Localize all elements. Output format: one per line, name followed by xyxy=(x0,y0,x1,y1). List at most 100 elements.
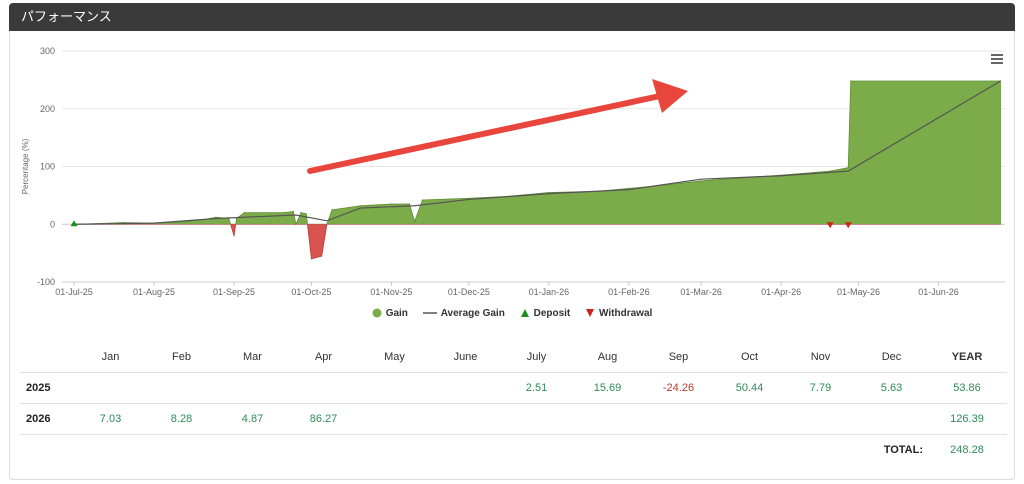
month-value-cell: -24.26 xyxy=(643,371,714,403)
grand-total-row: TOTAL: 248.28 xyxy=(19,433,1007,465)
x-tick-label: 01-Dec-25 xyxy=(448,287,490,297)
gain-point xyxy=(359,204,362,207)
header-month: Oct xyxy=(740,350,759,363)
month-value-cell xyxy=(430,402,501,434)
month-value-cell xyxy=(288,371,359,403)
legend-item-withdrawal[interactable]: Withdrawal xyxy=(585,308,652,319)
year-total-cell: 53.86 xyxy=(927,371,1007,403)
month-value-cell xyxy=(856,402,927,434)
withdrawal-marker xyxy=(826,222,834,229)
legend-withdrawal-icon xyxy=(586,309,595,318)
gain-point xyxy=(295,223,297,226)
y-tick-label: 100 xyxy=(40,162,55,172)
x-tick-label: 01-Jul-25 xyxy=(55,287,93,297)
month-value-cell xyxy=(217,371,288,403)
legend-deposit-label: Deposit xyxy=(533,308,571,319)
gain-point xyxy=(233,235,235,237)
gain-point xyxy=(331,209,333,211)
table-row: 2025 2.51 15.69 -24.26 50.44 7.79 5.63 53.86 xyxy=(19,371,1007,403)
month-value-cell: 7.03 xyxy=(75,402,146,434)
x-tick-label: 01-Jun-26 xyxy=(918,287,959,297)
withdrawal-marker xyxy=(844,222,852,229)
header-month: July xyxy=(526,350,547,363)
gain-area-positive xyxy=(73,80,1001,225)
header-month: Jan xyxy=(101,350,120,363)
month-value-cell: 86.27 xyxy=(288,402,359,434)
month-value-cell: 2.51 xyxy=(501,371,572,403)
legend-average-gain-label: Average Gain xyxy=(440,308,505,319)
legend-gain-label: Gain xyxy=(385,308,408,319)
legend-deposit-icon xyxy=(520,309,529,318)
x-tick-label: 01-Apr-26 xyxy=(761,287,801,297)
gain-point xyxy=(320,255,323,257)
gain-point xyxy=(243,211,246,214)
month-value-cell xyxy=(75,371,146,403)
header-month: Feb xyxy=(172,350,191,363)
grand-total-value: 248.28 xyxy=(927,433,1007,465)
y-tick-label: -100 xyxy=(37,277,55,287)
legend-item-deposit[interactable]: Deposit xyxy=(520,308,571,319)
month-value-cell: 7.79 xyxy=(785,371,856,403)
gain-point xyxy=(282,211,284,214)
month-value-cell xyxy=(714,402,785,434)
month-value-cell xyxy=(359,402,430,434)
x-tick-label: 01-Sep-25 xyxy=(213,287,255,297)
month-value-cell xyxy=(572,402,643,434)
gain-point xyxy=(390,203,393,205)
month-value-cell xyxy=(643,402,714,434)
header-year-label xyxy=(19,342,75,372)
x-tick-label: 01-Nov-25 xyxy=(370,287,412,297)
gain-point xyxy=(300,211,302,214)
legend-item-average-gain[interactable]: Average Gain xyxy=(422,308,505,319)
gain-point xyxy=(700,180,702,182)
month-value-cell xyxy=(146,371,217,403)
month-value-cell xyxy=(430,371,501,403)
legend-item-gain[interactable]: Gain xyxy=(372,308,408,319)
gain-point xyxy=(847,166,849,169)
x-tick-label: 01-Feb-26 xyxy=(608,287,650,297)
monthly-performance-table: Jan Feb Mar Apr May June July Aug Sep Oc… xyxy=(19,342,1007,465)
panel-header: パフォーマンス xyxy=(9,3,1015,31)
gain-point xyxy=(413,220,416,223)
header-month: Dec xyxy=(881,350,902,363)
x-tick-label: 01-Jan-26 xyxy=(529,287,570,297)
header-month: Apr xyxy=(314,350,333,363)
gain-point xyxy=(421,199,424,201)
header-month: Mar xyxy=(243,350,262,363)
gain-point xyxy=(829,170,831,172)
header-month: June xyxy=(453,350,478,363)
table-row: 2026 7.03 8.28 4.87 86.27 126.39 xyxy=(19,402,1007,434)
header-month: Nov xyxy=(810,350,831,363)
x-tick-label: 01-May-26 xyxy=(837,287,880,297)
chart-menu-icon[interactable] xyxy=(991,54,1003,65)
table-header-row: Jan Feb Mar Apr May June July Aug Sep Oc… xyxy=(19,342,1007,372)
header-month: Sep xyxy=(668,350,689,363)
month-value-cell xyxy=(785,402,856,434)
gain-point xyxy=(849,80,852,82)
y-tick-label: 300 xyxy=(40,46,55,56)
y-axis-label: Percentage (%) xyxy=(21,138,30,194)
month-value-cell: 8.28 xyxy=(146,402,217,434)
y-tick-label: 200 xyxy=(40,104,55,114)
year-total-cell: 126.39 xyxy=(927,402,1007,434)
header-month: Aug xyxy=(597,350,618,363)
row-year-label: 2026 xyxy=(19,402,75,434)
gain-point xyxy=(305,213,308,215)
header-month: May xyxy=(384,350,405,363)
month-value-cell: 50.44 xyxy=(714,371,785,403)
grand-total-spacer xyxy=(19,433,856,465)
legend-withdrawal-label: Withdrawal xyxy=(599,308,653,319)
month-value-cell xyxy=(359,371,430,403)
trend-arrow-icon xyxy=(307,79,688,174)
month-value-cell: 15.69 xyxy=(572,371,643,403)
gain-point xyxy=(292,210,295,213)
area-layer xyxy=(73,80,1002,260)
legend-gain-icon xyxy=(372,308,382,318)
gain-point xyxy=(326,223,328,226)
y-tick-label: 0 xyxy=(50,219,55,229)
grand-total-label: TOTAL: xyxy=(856,433,927,465)
header-year-total: YEAR xyxy=(951,350,983,363)
month-value-cell: 5.63 xyxy=(856,371,927,403)
month-value-cell xyxy=(501,402,572,434)
x-tick-label: 01-Oct-25 xyxy=(291,287,331,297)
